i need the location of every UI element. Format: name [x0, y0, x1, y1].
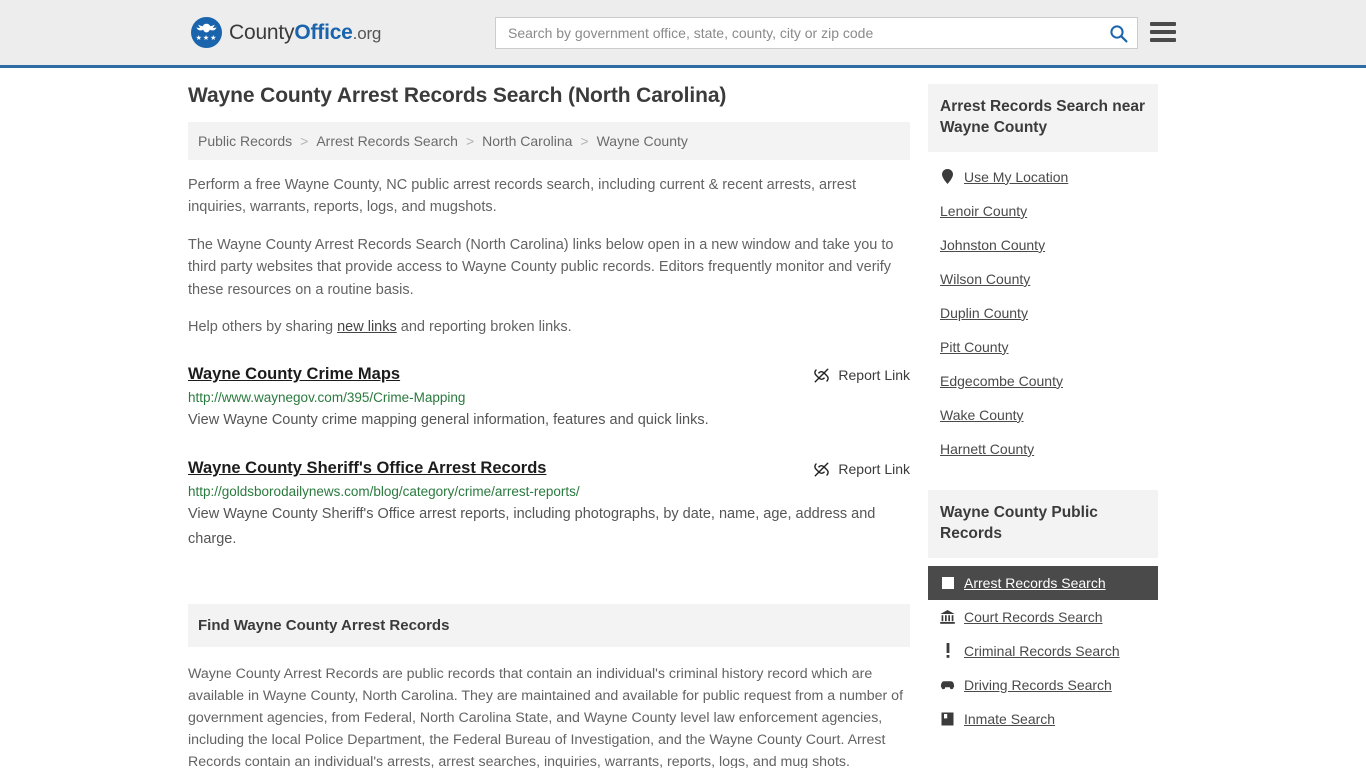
report-link-button[interactable]: Report Link [813, 459, 910, 478]
breadcrumb-item-public-records[interactable]: Public Records [198, 133, 292, 149]
brand-wordmark: CountyOffice.org [229, 21, 381, 45]
public-records-list: Arrest Records Search Court Records Sear… [928, 558, 1158, 736]
eagle-logo-icon: ★★★ [191, 17, 222, 48]
sidebar-item-label[interactable]: Criminal Records Search [964, 643, 1120, 659]
sidebar-county-pitt[interactable]: Pitt County [928, 330, 1158, 364]
public-records-panel: Wayne County Public Records Arrest Recor… [928, 489, 1158, 736]
breadcrumb: Public Records > Arrest Records Search >… [188, 122, 910, 160]
use-my-location-item[interactable]: Use My Location [928, 160, 1158, 194]
brand-part-county: County [229, 20, 295, 44]
hamburger-menu-button[interactable] [1150, 19, 1176, 45]
county-link[interactable]: Lenoir County [940, 203, 1027, 219]
result-title-link[interactable]: Wayne County Sheriff's Office Arrest Rec… [188, 459, 546, 478]
help-suffix: and reporting broken links. [396, 319, 572, 336]
content-container: Wayne County Arrest Records Search (Nort… [188, 68, 1178, 768]
main-column: Wayne County Arrest Records Search (Nort… [188, 84, 910, 768]
square-icon [940, 576, 955, 589]
breadcrumb-separator: > [465, 133, 475, 149]
find-records-body: Wayne County Arrest Records are public r… [188, 647, 910, 768]
help-paragraph: Help others by sharing new links and rep… [188, 316, 910, 338]
sidebar-county-wake[interactable]: Wake County [928, 398, 1158, 432]
result-url[interactable]: http://goldsborodailynews.com/blog/categ… [188, 484, 910, 499]
near-counties-heading: Arrest Records Search near Wayne County [928, 84, 1158, 152]
sidebar-item-arrest-records-search[interactable]: Arrest Records Search [928, 565, 1158, 600]
page-title: Wayne County Arrest Records Search (Nort… [188, 84, 727, 107]
find-records-paragraph: Wayne County Arrest Records are public r… [188, 665, 904, 768]
sidebar-item-label[interactable]: Driving Records Search [964, 677, 1112, 693]
search-input[interactable] [496, 18, 1099, 48]
hamburger-bar-2 [1150, 30, 1176, 34]
result-item: Wayne County Sheriff's Office Arrest Rec… [188, 459, 910, 560]
county-link[interactable]: Wake County [940, 407, 1024, 423]
sidebar-item-label[interactable]: Arrest Records Search [964, 575, 1106, 591]
brand-part-office: Office [294, 20, 353, 44]
sidebar-item-criminal-records-search[interactable]: Criminal Records Search [928, 634, 1158, 668]
result-description: View Wayne County Sheriff's Office arres… [188, 505, 876, 547]
map-pin-icon [940, 169, 955, 185]
sidebar-item-inmate-search[interactable]: Inmate Search [928, 702, 1158, 736]
result-header: Wayne County Sheriff's Office Arrest Rec… [188, 459, 910, 478]
brand-part-org: .org [352, 23, 382, 43]
breadcrumb-item-north-carolina[interactable]: North Carolina [482, 133, 572, 149]
hamburger-bar-3 [1150, 38, 1176, 42]
page-body: Wayne County Arrest Records Search (Nort… [0, 68, 1366, 768]
intro-paragraph-1: Perform a free Wayne County, NC public a… [188, 177, 857, 216]
county-link[interactable]: Edgecombe County [940, 373, 1063, 389]
new-links-link[interactable]: new links [337, 319, 397, 335]
breadcrumb-item-arrest-records-search[interactable]: Arrest Records Search [316, 133, 458, 149]
report-link-button[interactable]: Report Link [813, 365, 910, 384]
sidebar-county-harnett[interactable]: Harnett County [928, 432, 1158, 466]
county-link[interactable]: Wilson County [940, 271, 1030, 287]
sidebar: Arrest Records Search near Wayne County … [928, 84, 1158, 760]
help-prefix: Help others by sharing [188, 319, 338, 336]
use-my-location-link[interactable]: Use My Location [964, 169, 1068, 185]
eagle-glyph-icon [196, 23, 217, 33]
near-counties-panel: Arrest Records Search near Wayne County … [928, 84, 1158, 466]
jail-icon [940, 712, 955, 726]
sidebar-item-court-records-search[interactable]: Court Records Search [928, 600, 1158, 634]
search-bar[interactable] [495, 17, 1138, 49]
sidebar-county-lenoir[interactable]: Lenoir County [928, 194, 1158, 228]
sidebar-item-driving-records-search[interactable]: Driving Records Search [928, 668, 1158, 702]
report-link-label: Report Link [838, 367, 910, 384]
site-logo[interactable]: ★★★ CountyOffice.org [191, 17, 381, 48]
county-link[interactable]: Johnston County [940, 237, 1045, 253]
broken-link-icon [814, 462, 830, 477]
intro-paragraph-2: The Wayne County Arrest Records Search (… [188, 236, 894, 298]
hamburger-bar-1 [1150, 22, 1176, 26]
sidebar-county-johnston[interactable]: Johnston County [928, 228, 1158, 262]
county-link[interactable]: Harnett County [940, 441, 1034, 457]
county-link[interactable]: Pitt County [940, 339, 1008, 355]
stars-icon: ★★★ [195, 35, 218, 42]
breadcrumb-item-wayne-county[interactable]: Wayne County [597, 133, 688, 149]
sidebar-county-edgecombe[interactable]: Edgecombe County [928, 364, 1158, 398]
breadcrumb-separator: > [580, 133, 589, 149]
sidebar-item-label[interactable]: Inmate Search [964, 711, 1055, 727]
broken-link-icon [814, 368, 830, 383]
search-icon [1109, 24, 1127, 42]
sidebar-county-duplin[interactable]: Duplin County [928, 296, 1158, 330]
courthouse-icon [940, 609, 955, 624]
result-item: Wayne County Crime Maps Report Link http… [188, 365, 910, 441]
result-title-link[interactable]: Wayne County Crime Maps [188, 365, 400, 384]
car-icon [940, 679, 955, 690]
county-link[interactable]: Duplin County [940, 305, 1028, 321]
near-counties-list: Use My Location Lenoir County Johnston C… [928, 152, 1158, 466]
public-records-heading: Wayne County Public Records [928, 489, 1158, 558]
result-header: Wayne County Crime Maps Report Link [188, 365, 910, 384]
find-records-heading: Find Wayne County Arrest Records [188, 603, 910, 647]
exclamation-icon [940, 643, 955, 658]
search-button[interactable] [1099, 18, 1137, 48]
result-description: View Wayne County crime mapping general … [188, 411, 709, 428]
sidebar-item-label[interactable]: Court Records Search [964, 609, 1103, 625]
result-url[interactable]: http://www.waynegov.com/395/Crime-Mappin… [188, 390, 910, 405]
breadcrumb-separator: > [300, 133, 309, 149]
sidebar-county-wilson[interactable]: Wilson County [928, 262, 1158, 296]
report-link-label: Report Link [838, 461, 910, 478]
site-header: ★★★ CountyOffice.org [0, 0, 1366, 68]
